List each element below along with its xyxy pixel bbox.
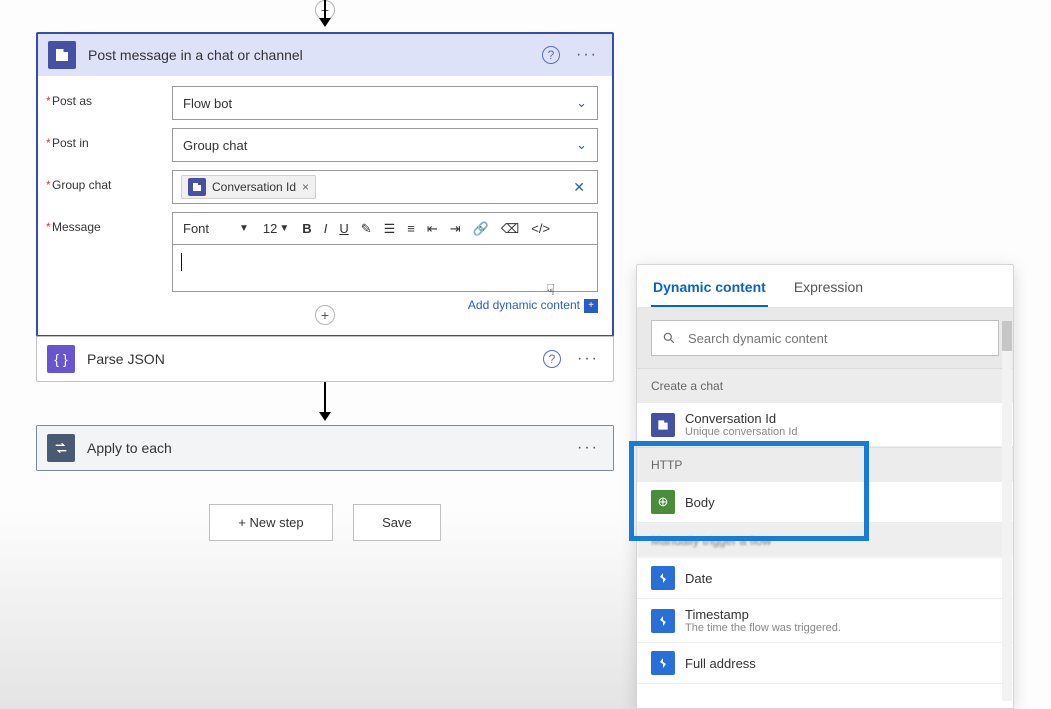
bold-icon[interactable]: B (299, 219, 314, 238)
json-icon: { } (47, 345, 75, 373)
dc-item-desc: Unique conversation Id (685, 426, 798, 438)
indent-icon[interactable]: ⇥ (447, 219, 464, 239)
teams-icon (48, 41, 76, 69)
action-title: Post message in a chat or channel (88, 47, 542, 63)
dc-item-label: Conversation Id (685, 411, 798, 426)
trigger-icon (651, 609, 675, 633)
dc-item-label: Body (685, 495, 715, 510)
outdent-icon[interactable]: ⇤ (424, 219, 441, 239)
select-post-in[interactable]: Group chat ⌄ (172, 128, 598, 162)
numbered-list-icon[interactable]: ≡ (404, 219, 418, 238)
tab-dynamic-content[interactable]: Dynamic content (651, 273, 768, 307)
label-message: *Message (52, 212, 172, 234)
font-select[interactable]: Font ▼ (179, 221, 253, 236)
cursor-icon: ☟ (546, 281, 555, 299)
insert-step-button[interactable]: + (315, 305, 335, 325)
loop-icon (47, 434, 75, 462)
action-card-parse-json[interactable]: { } Parse JSON ? ··· (36, 336, 614, 382)
group-header: Manually trigger a flow (637, 523, 1013, 558)
help-icon[interactable]: ? (542, 46, 560, 64)
teams-icon (651, 413, 675, 437)
save-button[interactable]: Save (353, 504, 441, 541)
action-card-apply-to-each[interactable]: Apply to each ··· (36, 425, 614, 471)
dynamic-content-list[interactable]: Create a chat Conversation Id Unique con… (637, 368, 1013, 684)
more-icon[interactable]: ··· (572, 46, 602, 64)
teams-icon (188, 178, 206, 196)
chevron-down-icon: ⌄ (576, 95, 587, 111)
italic-icon[interactable]: I (321, 219, 331, 238)
clear-format-icon[interactable]: ⌫ (498, 219, 522, 239)
group-header: HTTP (637, 447, 1013, 482)
clear-field-icon[interactable]: ✕ (573, 179, 585, 196)
search-icon (662, 331, 676, 345)
font-size-select[interactable]: 12 ▼ (259, 221, 293, 236)
scrollbar-thumb[interactable] (1002, 321, 1012, 351)
token-conversation-id[interactable]: Conversation Id × (181, 175, 316, 199)
label-post-in: *Post in (52, 128, 172, 150)
bullet-list-icon[interactable]: ☰ (381, 219, 399, 239)
remove-token-icon[interactable]: × (302, 180, 309, 194)
label-group-chat: *Group chat (52, 170, 172, 192)
token-label: Conversation Id (212, 180, 296, 194)
highlight-icon[interactable]: ✎ (358, 219, 375, 239)
label-post-as: *Post as (52, 86, 172, 108)
plus-icon: + (584, 299, 598, 313)
dc-item-label: Timestamp (685, 607, 841, 622)
code-view-icon[interactable]: </> (528, 219, 553, 238)
chevron-down-icon: ⌄ (576, 137, 587, 153)
dc-item-date[interactable]: Date (637, 558, 1013, 599)
search-input[interactable] (686, 330, 988, 347)
dc-item-full-address[interactable]: Full address (637, 643, 1013, 684)
action-title: Apply to each (87, 440, 573, 456)
trigger-icon (651, 566, 675, 590)
action-header[interactable]: Post message in a chat or channel ? ··· (38, 34, 612, 76)
help-icon[interactable]: ? (543, 350, 561, 368)
more-icon[interactable]: ··· (573, 439, 603, 457)
message-editor[interactable] (172, 244, 598, 292)
link-icon[interactable]: 🔗 (470, 219, 492, 239)
dc-item-desc: The time the flow was triggered. (685, 622, 841, 634)
dynamic-content-panel: Dynamic content Expression Create a chat… (636, 264, 1014, 709)
dc-item-label: Date (685, 571, 712, 586)
dc-item-label: Full address (685, 656, 756, 671)
action-card-post-message: Post message in a chat or channel ? ··· … (36, 32, 614, 337)
underline-icon[interactable]: U (336, 219, 351, 238)
tab-expression[interactable]: Expression (792, 273, 865, 307)
select-post-as-value: Flow bot (183, 96, 232, 111)
select-post-as[interactable]: Flow bot ⌄ (172, 86, 598, 120)
new-step-button[interactable]: + New step (209, 504, 332, 541)
action-title: Parse JSON (87, 351, 543, 367)
search-dynamic-content[interactable] (651, 320, 999, 356)
group-header: Create a chat (637, 368, 1013, 403)
add-dynamic-content-link[interactable]: Add dynamic content+ (172, 292, 598, 313)
http-icon: ⊕ (651, 490, 675, 514)
dc-item-timestamp[interactable]: Timestamp The time the flow was triggere… (637, 599, 1013, 643)
input-group-chat[interactable]: Conversation Id × ✕ (172, 170, 598, 204)
scrollbar[interactable] (1002, 321, 1012, 701)
more-icon[interactable]: ··· (573, 350, 603, 368)
dc-item-body[interactable]: ⊕ Body (637, 482, 1013, 523)
rte-toolbar: Font ▼ 12 ▼ B I U ✎ ☰ ≡ ⇤ ⇥ 🔗 ⌫ </> (172, 212, 598, 244)
trigger-icon (651, 651, 675, 675)
select-post-in-value: Group chat (183, 138, 247, 153)
dc-item-conversation-id[interactable]: Conversation Id Unique conversation Id (637, 403, 1013, 447)
